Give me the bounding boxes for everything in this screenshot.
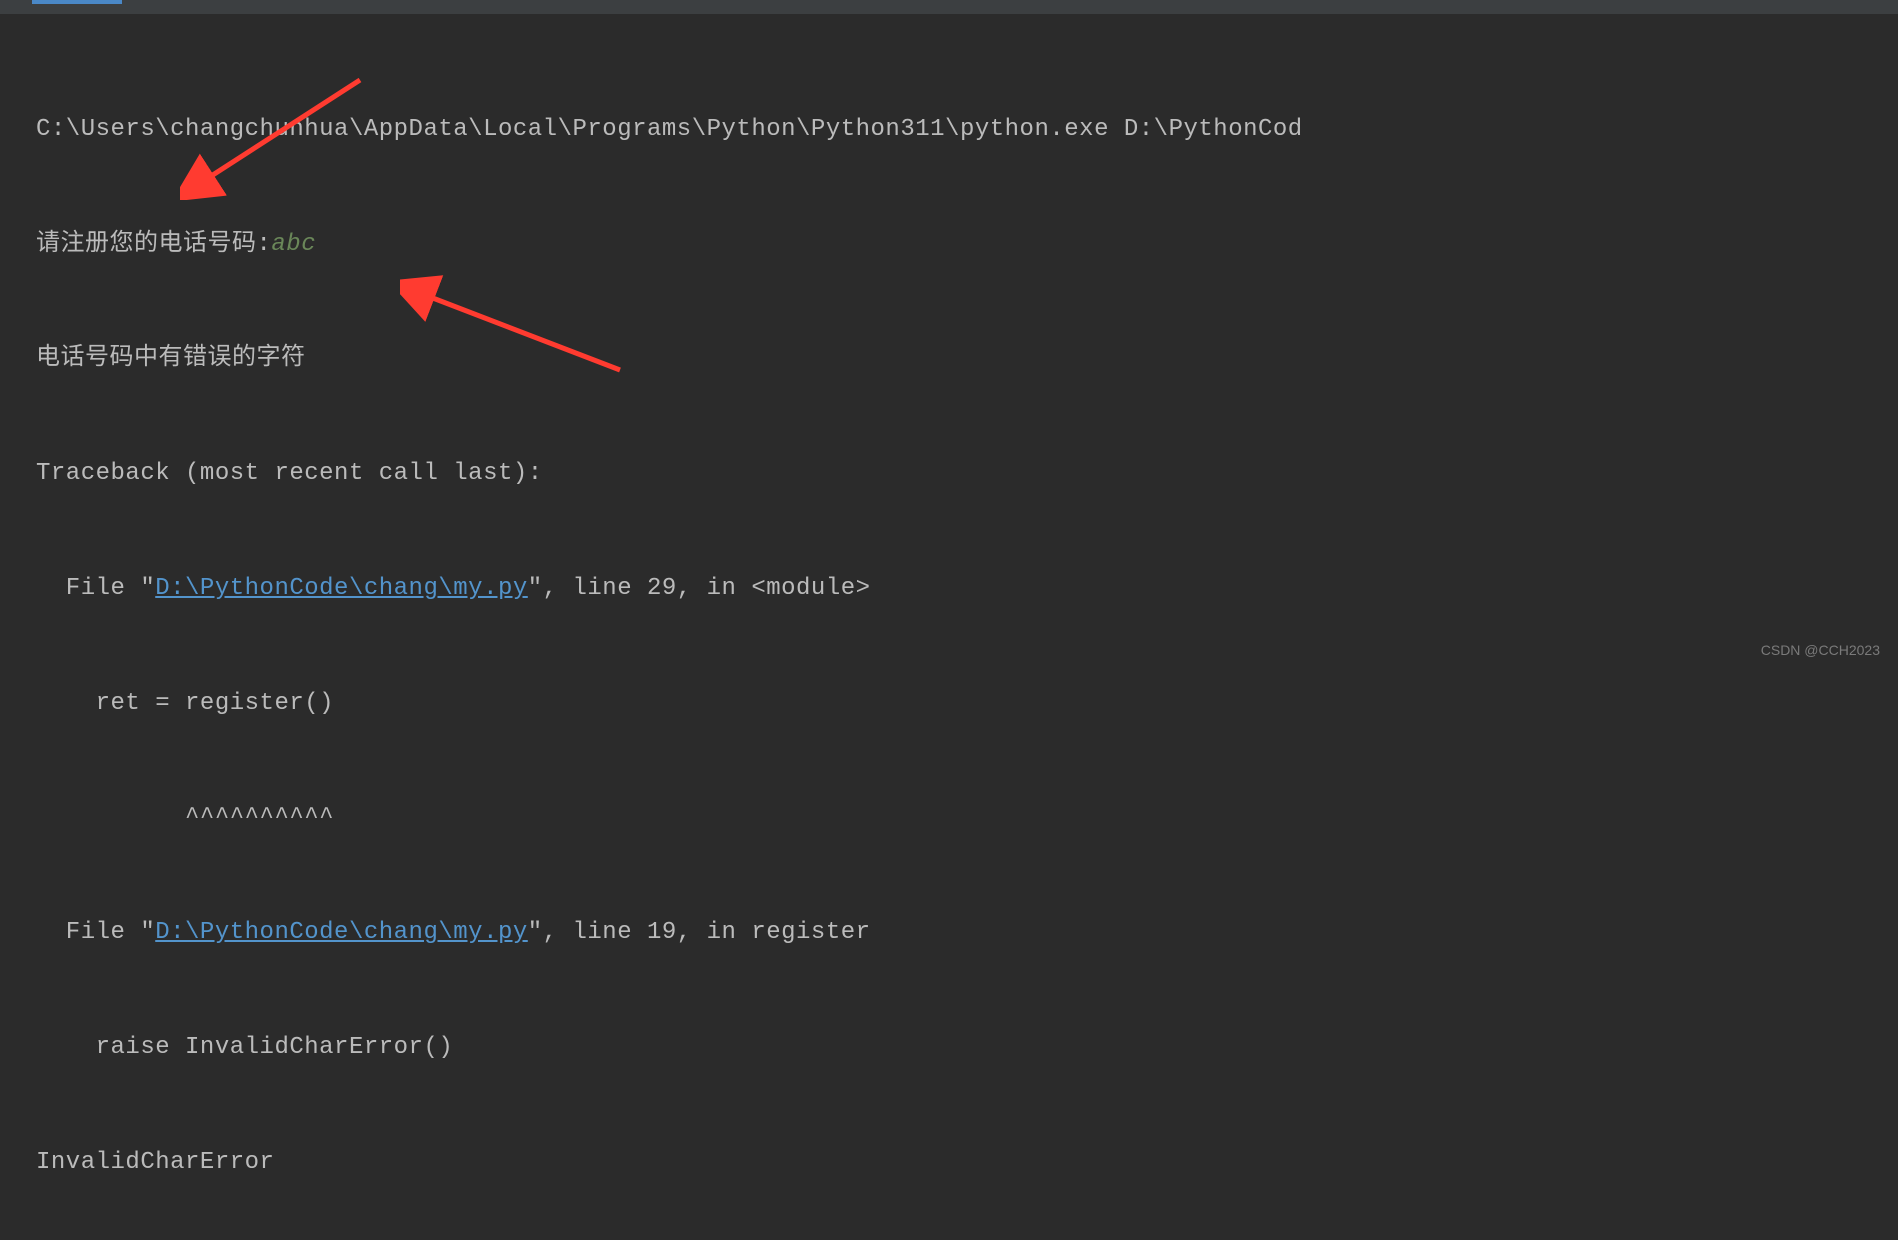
prompt-text: 请注册您的电话号码:	[36, 231, 271, 258]
tab-bar	[0, 0, 1898, 14]
error-message: 电话号码中有错误的字符	[36, 340, 1862, 378]
watermark: CSDN @CCH2023	[1761, 639, 1880, 661]
file-prefix-2: File "	[36, 919, 155, 946]
traceback-frame-2-file: File "D:\PythonCode\chang\my.py", line 1…	[36, 914, 1862, 952]
file-suffix: ", line 29, in <module>	[528, 575, 871, 602]
file-prefix: File "	[36, 575, 155, 602]
console-output: C:\Users\changchunhua\AppData\Local\Prog…	[0, 14, 1898, 1240]
file-suffix-2: ", line 19, in register	[528, 919, 871, 946]
traceback-frame-1-caret: ^^^^^^^^^^	[36, 799, 1862, 837]
file-link-1[interactable]: D:\PythonCode\chang\my.py	[155, 575, 528, 602]
traceback-frame-2-code: raise InvalidCharError()	[36, 1029, 1862, 1067]
traceback-frame-1-code: ret = register()	[36, 685, 1862, 723]
traceback-frame-1-file: File "D:\PythonCode\chang\my.py", line 2…	[36, 570, 1862, 608]
prompt-line: 请注册您的电话号码:abc	[36, 226, 1862, 264]
file-link-2[interactable]: D:\PythonCode\chang\my.py	[155, 919, 528, 946]
exception-name: InvalidCharError	[36, 1144, 1862, 1182]
traceback-header: Traceback (most recent call last):	[36, 455, 1862, 493]
user-input: abc	[271, 231, 316, 258]
command-line: C:\Users\changchunhua\AppData\Local\Prog…	[36, 111, 1862, 149]
active-tab-indicator[interactable]	[32, 0, 122, 4]
